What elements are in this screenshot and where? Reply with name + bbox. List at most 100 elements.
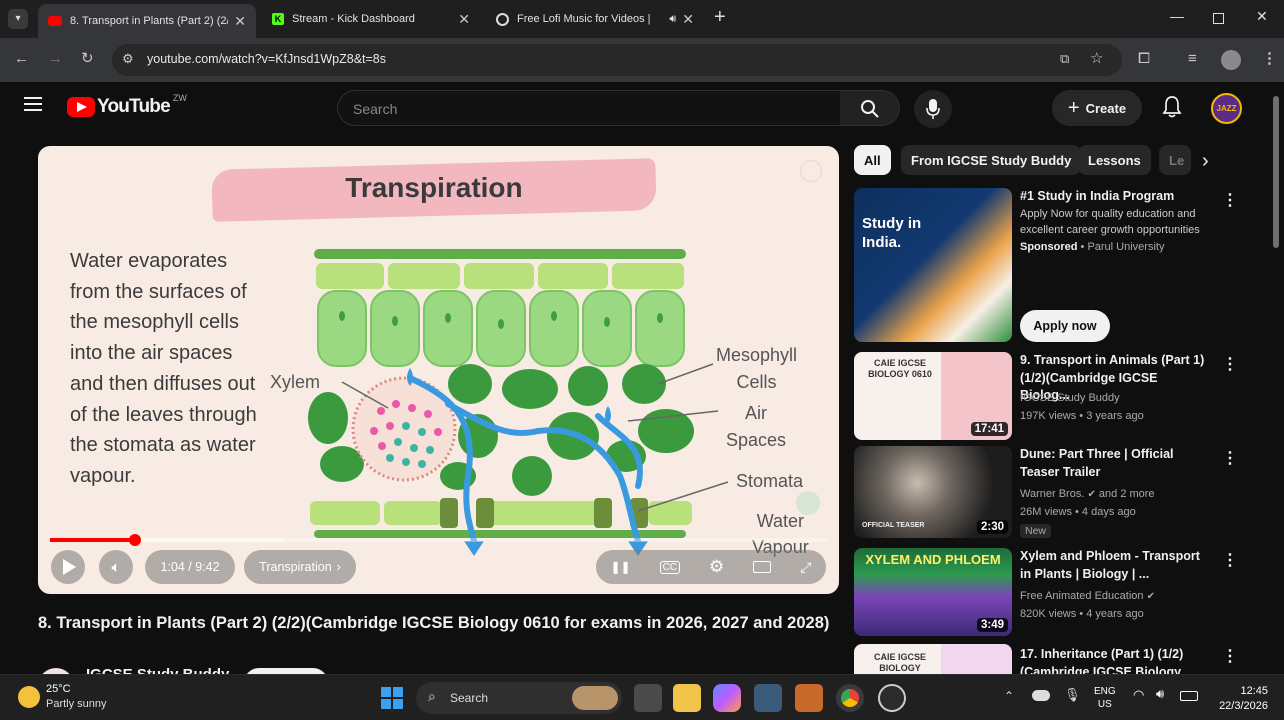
new-tab-button[interactable]: + bbox=[714, 6, 726, 29]
wifi-icon[interactable]: ◠ bbox=[1133, 687, 1144, 703]
chrome-icon[interactable] bbox=[836, 684, 864, 712]
language-indicator[interactable]: ENG US bbox=[1094, 685, 1116, 711]
video-title: Dune: Part Three | Official Teaser Trail… bbox=[1020, 447, 1174, 479]
close-tab-icon[interactable]: ✕ bbox=[458, 11, 470, 28]
more-options-icon[interactable]: ⋮ bbox=[1222, 550, 1238, 570]
search-button[interactable] bbox=[840, 90, 900, 126]
davinci-resolve-icon[interactable] bbox=[754, 684, 782, 712]
app-icon[interactable] bbox=[795, 684, 823, 712]
close-window-icon[interactable]: ✕ bbox=[1256, 8, 1268, 25]
volume-button[interactable]: 🔈︎ bbox=[99, 550, 133, 584]
recommendation-item[interactable]: CAIE IGCSE BIOLOGY 17. Inheritance (Part… bbox=[854, 644, 1254, 674]
speaker-icon[interactable]: 🔊︎ bbox=[1156, 686, 1164, 702]
settings-gear-icon[interactable]: ⚙ bbox=[709, 557, 724, 577]
notifications-bell-icon[interactable] bbox=[1162, 96, 1182, 123]
search-input[interactable]: Search bbox=[337, 90, 841, 126]
more-options-icon[interactable]: ⋮ bbox=[1222, 354, 1238, 374]
chapter-button[interactable]: Transpiration › bbox=[244, 550, 356, 584]
video-channel[interactable]: IGCSE Study Buddy bbox=[1020, 390, 1220, 406]
reload-icon[interactable]: ↻ bbox=[81, 49, 94, 67]
back-icon[interactable]: ← bbox=[14, 50, 29, 67]
channel-name[interactable]: IGCSE Study Buddy bbox=[86, 666, 229, 674]
voice-search-button[interactable] bbox=[914, 90, 952, 128]
onedrive-icon[interactable] bbox=[1032, 690, 1050, 701]
battery-icon[interactable] bbox=[1180, 691, 1198, 701]
chip-from-channel[interactable]: From IGCSE Study Buddy bbox=[901, 145, 1082, 175]
chip-lessons[interactable]: Lessons bbox=[1078, 145, 1151, 175]
extensions-icon[interactable]: ⧠ bbox=[1138, 50, 1150, 67]
search-placeholder: Search bbox=[353, 101, 398, 117]
more-options-icon[interactable]: ⋮ bbox=[1222, 646, 1238, 666]
more-options-icon[interactable]: ⋮ bbox=[1222, 448, 1238, 468]
avatar-text: JAZZ bbox=[1216, 104, 1237, 113]
thumbnail-heading: XYLEM AND PHLOEM bbox=[865, 552, 1001, 567]
chips-next-icon[interactable]: › bbox=[1202, 150, 1209, 173]
bookmark-star-icon[interactable]: ☆ bbox=[1090, 49, 1103, 67]
close-tab-icon[interactable]: ✕ bbox=[682, 11, 694, 28]
recommendation-item[interactable]: CAIE IGCSE BIOLOGY 0610 17:41 9. Transpo… bbox=[854, 352, 1254, 440]
kick-favicon-icon: K bbox=[272, 13, 284, 25]
clock[interactable]: 12:45 22/3/2026 bbox=[1206, 684, 1268, 714]
video-thumbnail[interactable]: CAIE IGCSE BIOLOGY 0610 17:41 bbox=[854, 352, 1012, 440]
chrome-menu-icon[interactable]: ⋮ bbox=[1262, 49, 1277, 67]
player-right-controls: ❚❚ CC ⚙ ⤢ bbox=[596, 550, 826, 584]
chip-more[interactable]: Le bbox=[1159, 145, 1191, 175]
task-view-icon[interactable] bbox=[634, 684, 662, 712]
start-windows-icon[interactable] bbox=[381, 687, 403, 709]
tab-kick[interactable]: K Stream - Kick Dashboard ✕ bbox=[262, 4, 480, 34]
hamburger-menu-icon[interactable] bbox=[24, 97, 42, 111]
language-line1: ENG bbox=[1094, 686, 1116, 697]
autoplay-toggle-icon[interactable]: ❚❚ bbox=[610, 560, 630, 574]
chip-all[interactable]: All bbox=[854, 145, 891, 175]
video-channel-line[interactable]: Free Animated Education ✔ bbox=[1020, 588, 1220, 605]
video-thumbnail[interactable]: CAIE IGCSE BIOLOGY bbox=[854, 644, 1012, 674]
create-button[interactable]: + Create bbox=[1052, 90, 1142, 126]
pixabay-favicon-icon bbox=[496, 12, 509, 26]
theater-mode-icon[interactable] bbox=[753, 561, 772, 573]
forward-icon[interactable]: → bbox=[48, 50, 63, 67]
apply-now-button[interactable]: Apply now bbox=[1020, 310, 1110, 342]
file-explorer-icon[interactable] bbox=[673, 684, 701, 712]
tab-search-button[interactable]: ▾ bbox=[8, 9, 28, 29]
microphone-tray-icon[interactable]: 🎙︎ bbox=[1064, 687, 1081, 703]
recommendation-item[interactable]: OFFICIAL TEASER 2:30 Dune: Part Three | … bbox=[854, 446, 1254, 540]
video-channel-line[interactable]: Warner Bros. ✔ and 2 more bbox=[1020, 486, 1220, 503]
audio-playing-icon[interactable]: 🔊︎ bbox=[669, 13, 676, 26]
copilot-icon[interactable] bbox=[713, 684, 741, 712]
player-controls: 🔈︎ 1:04 / 9:42 Transpiration › ❚❚ CC ⚙ ⤢ bbox=[38, 536, 839, 594]
thumbnail-heading: CAIE IGCSE BIOLOGY 0610 bbox=[868, 358, 932, 379]
ad-thumbnail[interactable]: Study in India. bbox=[854, 188, 1012, 342]
profile-avatar[interactable] bbox=[1221, 50, 1241, 70]
user-avatar[interactable]: JAZZ bbox=[1211, 93, 1242, 124]
ad-item[interactable]: Study in India. #1 Study in India Progra… bbox=[854, 188, 1254, 346]
taskbar-search[interactable]: ⌕ Search bbox=[416, 682, 622, 714]
video-thumbnail[interactable]: XYLEM AND PHLOEM 3:49 bbox=[854, 548, 1012, 636]
youtube-logo[interactable]: YouTube ZW bbox=[67, 93, 187, 118]
minimize-icon[interactable]: — bbox=[1170, 8, 1184, 24]
video-thumbnail[interactable]: OFFICIAL TEASER 2:30 bbox=[854, 446, 1012, 538]
obs-icon[interactable] bbox=[878, 684, 906, 712]
tray-overflow-icon[interactable]: ⌃ bbox=[1004, 689, 1014, 703]
fullscreen-icon[interactable]: ⤢ bbox=[800, 559, 811, 576]
tab-lofi[interactable]: Free Lofi Music for Videos | 🔊︎ ✕ bbox=[486, 4, 704, 34]
page-scrollbar[interactable] bbox=[1271, 86, 1281, 672]
video-player[interactable]: Transpiration Water evaporates from the … bbox=[38, 146, 839, 594]
microphone-icon bbox=[926, 99, 940, 119]
more-options-icon[interactable]: ⋮ bbox=[1222, 190, 1238, 210]
thumbnail-heading: CAIE IGCSE BIOLOGY bbox=[873, 652, 926, 673]
tab-youtube[interactable]: 8. Transport in Plants (Part 2) (2/ ✕ bbox=[38, 4, 256, 38]
close-tab-icon[interactable]: ✕ bbox=[234, 13, 246, 30]
subtitles-icon[interactable]: CC bbox=[659, 560, 681, 574]
weather-widget[interactable]: 25°C Partly sunny bbox=[18, 683, 138, 713]
recommendation-item[interactable]: XYLEM AND PHLOEM 3:49 Xylem and Phloem -… bbox=[854, 548, 1254, 636]
media-controls-icon[interactable]: ≡ bbox=[1188, 50, 1197, 67]
restore-icon[interactable] bbox=[1213, 13, 1224, 24]
scrollbar-thumb[interactable] bbox=[1273, 96, 1279, 248]
address-bar[interactable]: ⚙ youtube.com/watch?v=KfJnsd1WpZ8&t=8s ⧉… bbox=[112, 44, 1122, 76]
url-text: youtube.com/watch?v=KfJnsd1WpZ8&t=8s bbox=[147, 52, 387, 66]
play-button[interactable] bbox=[51, 550, 85, 584]
volume-icon: 🔈︎ bbox=[111, 558, 121, 576]
site-info-icon[interactable]: ⚙ bbox=[122, 51, 134, 67]
install-app-icon[interactable]: ⧉ bbox=[1060, 51, 1069, 67]
channel-watermark-icon[interactable] bbox=[796, 491, 820, 515]
